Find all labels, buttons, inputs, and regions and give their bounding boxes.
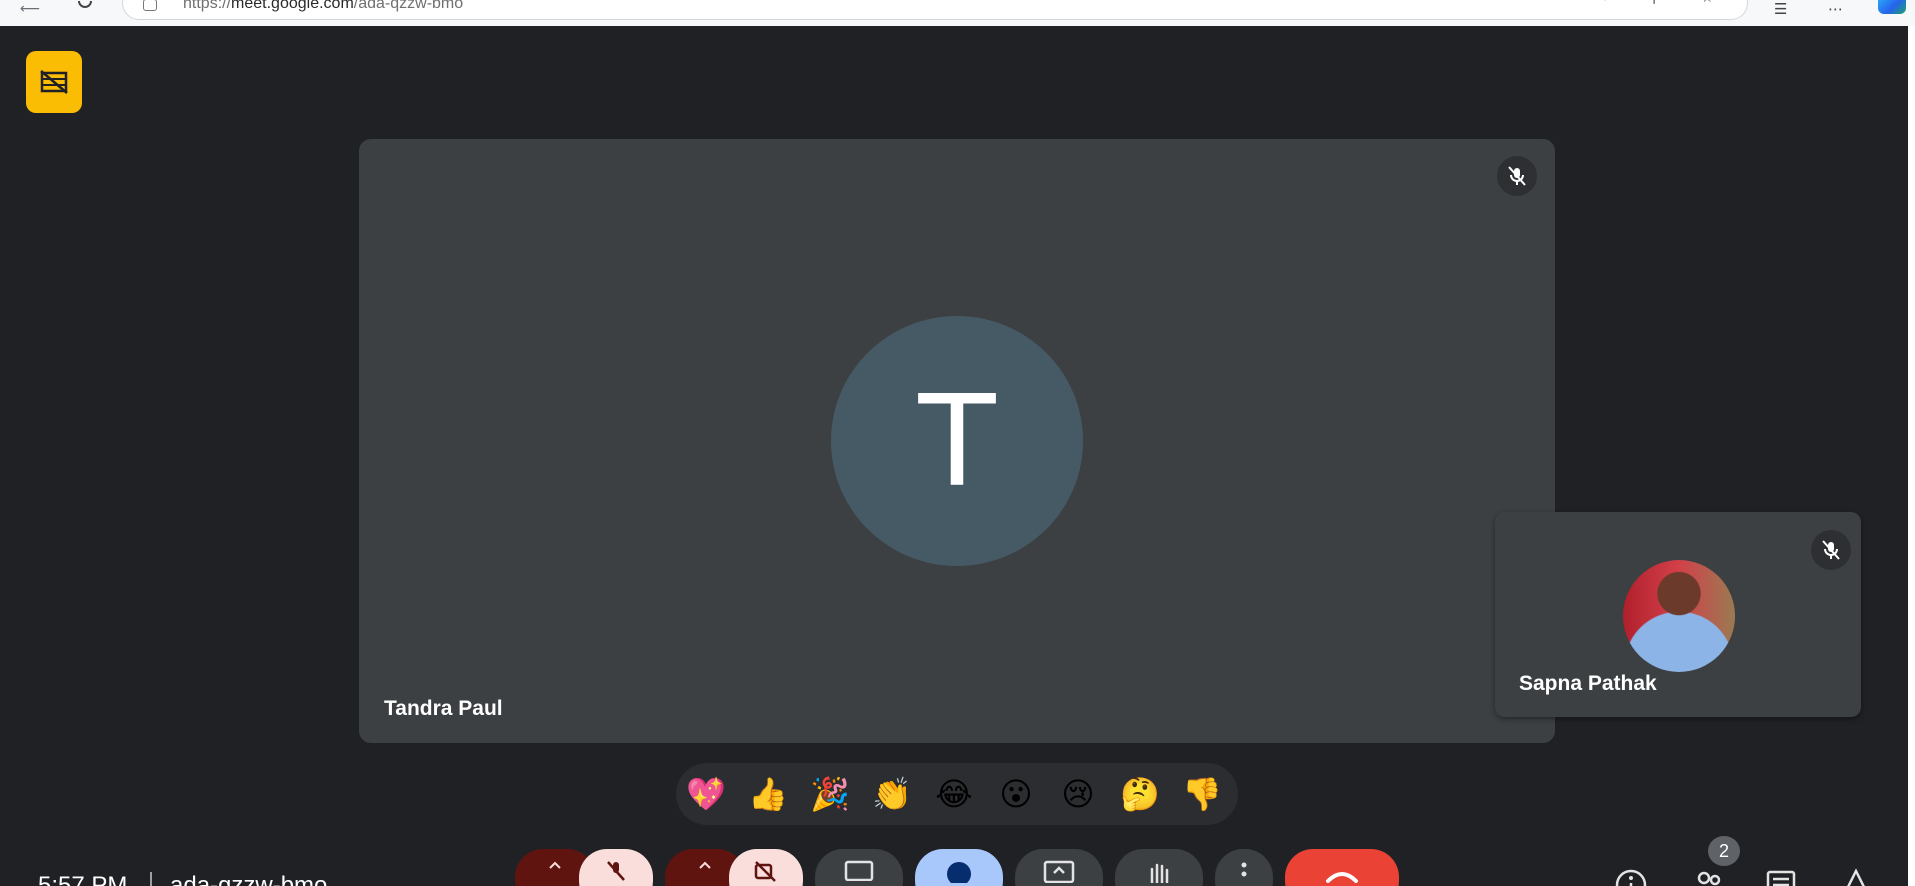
zoom-icon[interactable]: ⚲ (1649, 0, 1659, 6)
present-icon (1043, 860, 1075, 883)
chevron-up-icon (549, 861, 561, 869)
back-arrow-icon[interactable]: ⟵ (20, 0, 40, 17)
meeting-time: 5:57 PM (38, 872, 128, 886)
hand-icon (1150, 863, 1169, 883)
chat-icon[interactable] (1764, 868, 1798, 886)
location-icon[interactable]: ⌖ (1601, 0, 1609, 6)
self-participant-tile[interactable]: Sapna Pathak (1495, 512, 1861, 717)
site-info-icon[interactable] (143, 0, 157, 11)
activities-icon[interactable] (1840, 868, 1872, 886)
favorite-star-icon[interactable]: ☆ (1701, 0, 1714, 6)
camera-off-icon (754, 861, 776, 882)
camera-toggle-button[interactable] (729, 849, 803, 886)
emoji-icon (947, 862, 971, 883)
chevron-up-icon (699, 861, 711, 869)
reaction-surprised[interactable]: 😮 (995, 773, 1037, 815)
meeting-code: ada-qzzw-bmo (170, 872, 328, 886)
reaction-party-popper[interactable]: 🎉 (809, 773, 851, 815)
reaction-thinking[interactable]: 🤔 (1119, 773, 1161, 815)
recording-indicator[interactable] (26, 51, 82, 113)
reactions-button[interactable] (915, 849, 1003, 886)
people-icon[interactable] (1692, 868, 1726, 886)
reaction-sparkling-heart[interactable]: 💖 (685, 773, 727, 815)
present-screen-button[interactable] (1015, 849, 1103, 886)
participant-name: Tandra Paul (384, 697, 503, 720)
captions-button[interactable] (815, 849, 903, 886)
meeting-details-icon[interactable] (1614, 868, 1648, 886)
reaction-bar: 💖 👍 🎉 👏 😂 😮 😢 🤔 👎 (676, 763, 1238, 825)
url-text[interactable]: https://meet.google.com/ada-qzzw-bmo (183, 0, 463, 13)
copilot-icon[interactable] (1878, 0, 1906, 14)
recording-icon (40, 70, 68, 94)
browser-toolbar: ⟵ https://meet.google.com/ada-qzzw-bmo ⌖… (0, 0, 1915, 26)
participant-avatar: T (831, 316, 1083, 566)
reload-icon[interactable] (76, 0, 94, 16)
mic-off-icon (1811, 530, 1851, 570)
reaction-crying[interactable]: 😢 (1057, 773, 1099, 815)
more-vert-icon (1241, 862, 1247, 877)
leave-call-button[interactable] (1285, 849, 1399, 886)
mic-off-icon (607, 861, 625, 881)
more-options-icon[interactable]: ⋯ (1828, 0, 1843, 18)
reaction-tears-of-joy[interactable]: 😂 (933, 773, 975, 815)
participant-name: Sapna Pathak (1519, 672, 1657, 695)
mic-off-icon (1497, 156, 1537, 196)
reaction-clapping-hands[interactable]: 👏 (871, 773, 913, 815)
microphone-toggle-button[interactable] (579, 849, 653, 886)
divider (150, 872, 152, 886)
captions-icon (844, 860, 874, 881)
participant-photo (1623, 560, 1735, 672)
window-edge (1908, 26, 1915, 886)
end-call-icon (1326, 872, 1358, 883)
reaction-thumbs-up[interactable]: 👍 (747, 773, 789, 815)
favorites-list-icon[interactable]: ☰ (1774, 0, 1787, 18)
participant-count-badge: 2 (1708, 836, 1740, 866)
reaction-thumbs-down[interactable]: 👎 (1181, 773, 1223, 815)
main-participant-tile[interactable]: T Tandra Paul (359, 139, 1555, 743)
address-bar[interactable]: https://meet.google.com/ada-qzzw-bmo ⌖ ⚲… (122, 0, 1748, 20)
raise-hand-button[interactable] (1115, 849, 1203, 886)
